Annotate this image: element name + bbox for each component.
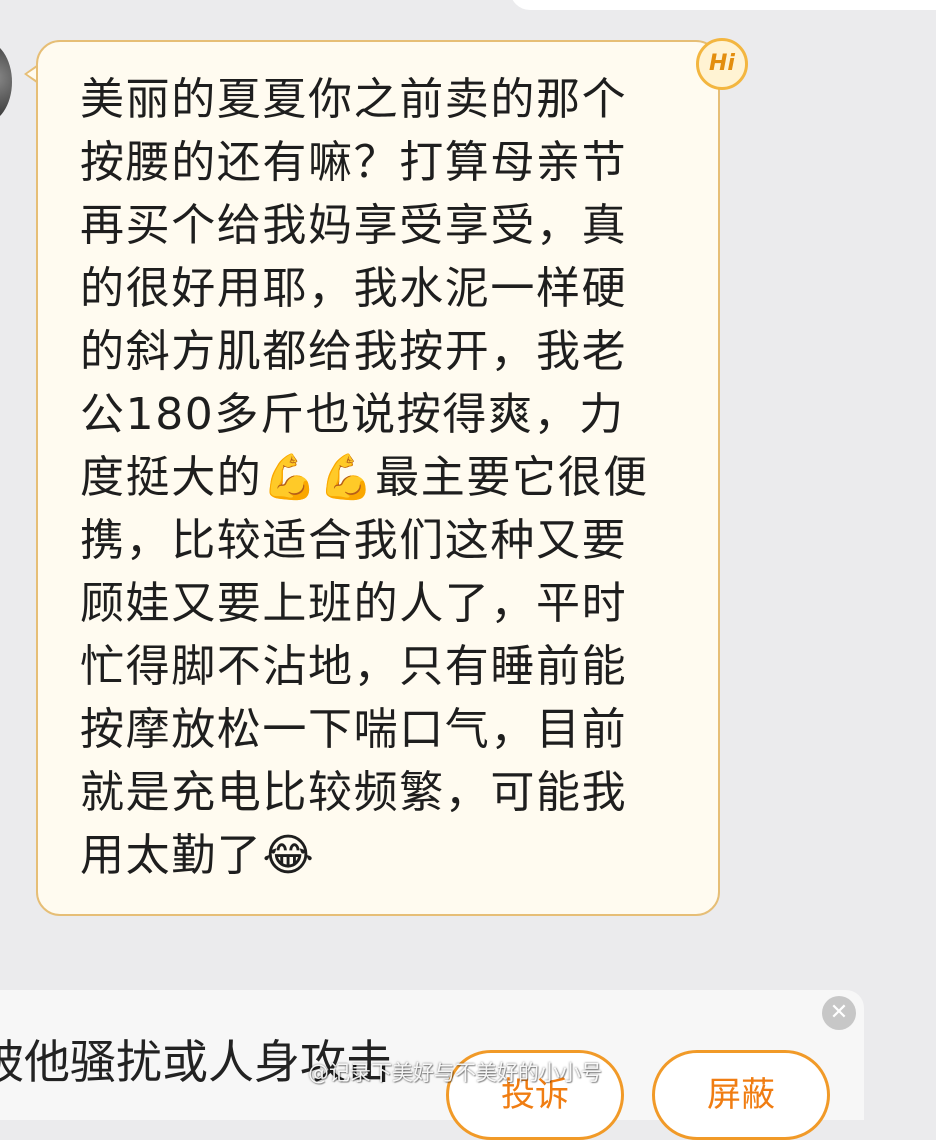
hi-badge-icon: Hi bbox=[696, 38, 748, 90]
block-button[interactable]: 屏蔽 bbox=[652, 1050, 830, 1140]
previous-message-bubble bbox=[510, 0, 936, 10]
message-text: 美丽的夏夏你之前卖的那个 按腰的还有嘛？打算母亲节 再买个给我妈享受享受，真 的… bbox=[80, 74, 649, 881]
watermark-text: @记录下美好与不美好的小小号 bbox=[308, 1061, 602, 1085]
close-icon[interactable]: ✕ bbox=[822, 996, 856, 1030]
avatar[interactable] bbox=[0, 40, 12, 124]
